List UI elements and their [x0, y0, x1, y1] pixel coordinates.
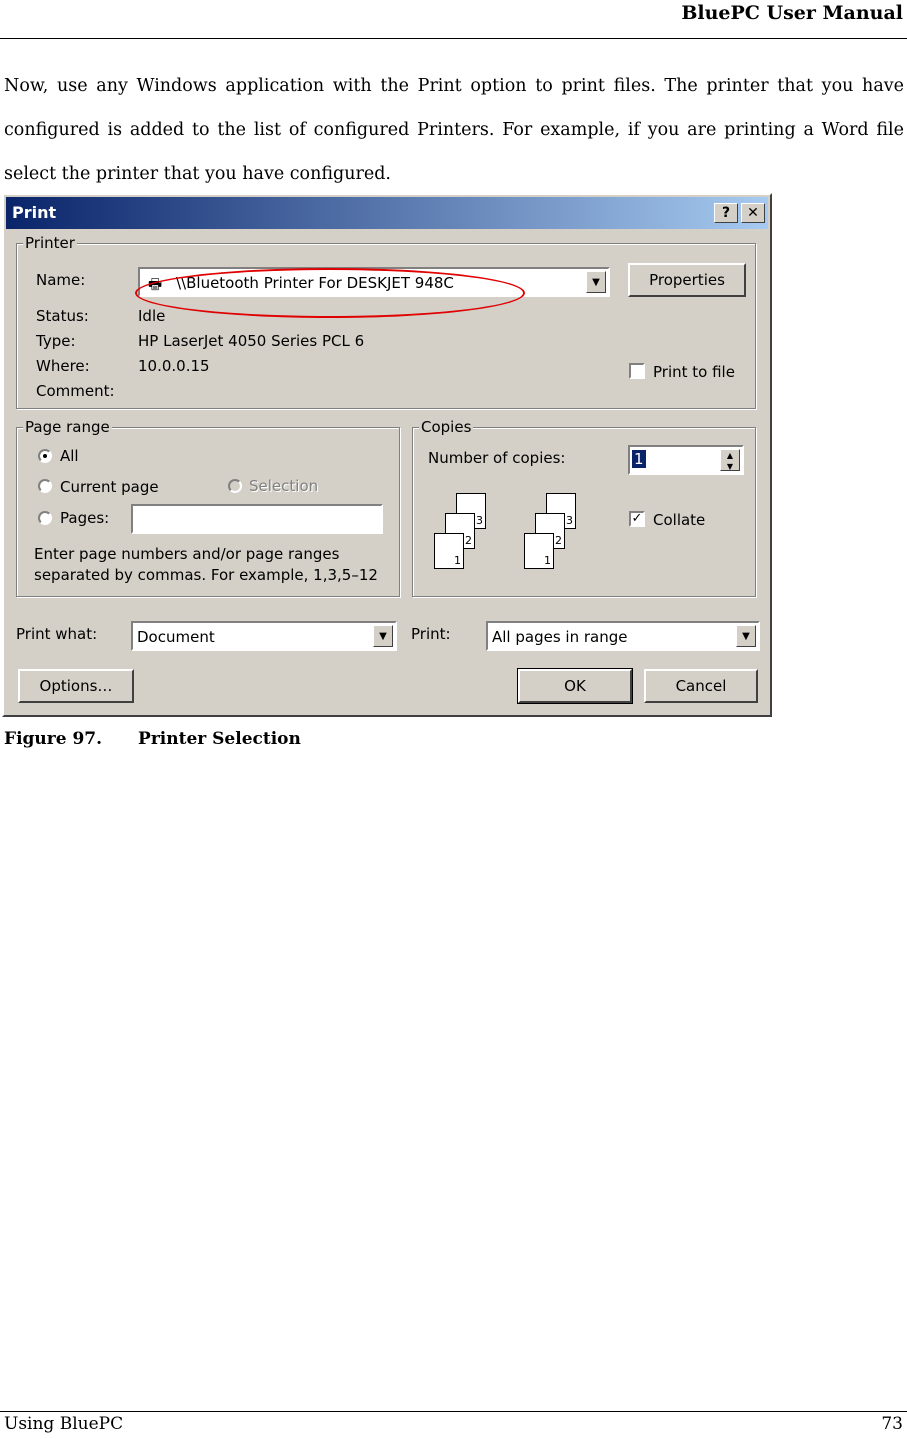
- radio-pages[interactable]: [38, 511, 52, 525]
- figure-caption: Figure 97. Printer Selection: [4, 729, 301, 749]
- where-label: Where:: [36, 357, 90, 375]
- figure-title: Printer Selection: [138, 729, 301, 749]
- print-to-file-checkbox[interactable]: [629, 363, 645, 379]
- collate-checkbox[interactable]: ✓: [629, 511, 645, 527]
- options-button[interactable]: Options…: [18, 669, 134, 703]
- printer-legend: Printer: [23, 234, 77, 252]
- comment-label: Comment:: [36, 382, 115, 400]
- print-what-label: Print what:: [16, 625, 98, 643]
- help-button[interactable]: ?: [714, 203, 738, 223]
- properties-button[interactable]: Properties: [628, 263, 746, 297]
- radio-all-label: All: [60, 447, 79, 465]
- header-rule: [0, 38, 907, 39]
- print-select[interactable]: All pages in range ▼: [486, 621, 760, 651]
- ok-button[interactable]: OK: [517, 668, 633, 704]
- radio-current-page[interactable]: [38, 479, 52, 493]
- type-label: Type:: [36, 332, 76, 350]
- type-value: HP LaserJet 4050 Series PCL 6: [138, 332, 365, 350]
- footer-rule: [0, 1411, 907, 1412]
- print-value: All pages in range: [492, 628, 628, 646]
- chevron-down-icon[interactable]: ▼: [586, 271, 606, 293]
- running-header: BluePC User Manual: [681, 2, 903, 24]
- footer-section: Using BluePC: [4, 1414, 124, 1434]
- collate-page-icon: 1: [434, 533, 464, 569]
- chevron-down-icon[interactable]: ▼: [373, 625, 393, 647]
- collate-page-icon: 1: [524, 533, 554, 569]
- page-range-hint-1: Enter page numbers and/or page ranges: [34, 545, 340, 563]
- spinner-arrows-icon[interactable]: ▲ ▼: [720, 449, 740, 471]
- intro-paragraph: Now, use any Windows application with th…: [4, 76, 904, 184]
- where-value: 10.0.0.15: [138, 357, 210, 375]
- figure-number: Figure 97.: [4, 729, 103, 749]
- pages-input[interactable]: [131, 504, 383, 534]
- number-of-copies-label: Number of copies:: [428, 449, 566, 467]
- name-label: Name:: [36, 271, 86, 289]
- print-what-value: Document: [137, 628, 215, 646]
- copies-spinner[interactable]: 1 ▲ ▼: [628, 445, 744, 475]
- radio-selection[interactable]: [228, 479, 242, 493]
- print-to-file-label: Print to file: [653, 363, 735, 381]
- dialog-title: Print: [12, 203, 57, 222]
- page-range-hint-2: separated by commas. For example, 1,3,5–…: [34, 566, 378, 584]
- close-button[interactable]: ✕: [741, 203, 765, 223]
- radio-all[interactable]: [38, 449, 52, 463]
- page-range-legend: Page range: [23, 418, 112, 436]
- highlight-ellipse: [135, 268, 525, 318]
- radio-pages-label: Pages:: [60, 509, 110, 527]
- print-label: Print:: [411, 625, 451, 643]
- status-label: Status:: [36, 307, 89, 325]
- status-value: Idle: [138, 307, 166, 325]
- print-dialog: Print ? ✕ Printer Name: 🖶 \\Bluetooth Pr…: [2, 193, 772, 717]
- chevron-down-icon[interactable]: ▼: [736, 625, 756, 647]
- copies-legend: Copies: [419, 418, 474, 436]
- dialog-title-bar: Print ? ✕: [6, 197, 768, 229]
- copies-value: 1: [632, 450, 646, 468]
- cancel-button[interactable]: Cancel: [644, 669, 758, 703]
- collate-label: Collate: [653, 511, 706, 529]
- radio-selection-label: Selection: [249, 477, 319, 495]
- print-what-select[interactable]: Document ▼: [131, 621, 397, 651]
- page-number: 73: [881, 1414, 903, 1434]
- radio-current-page-label: Current page: [60, 478, 159, 496]
